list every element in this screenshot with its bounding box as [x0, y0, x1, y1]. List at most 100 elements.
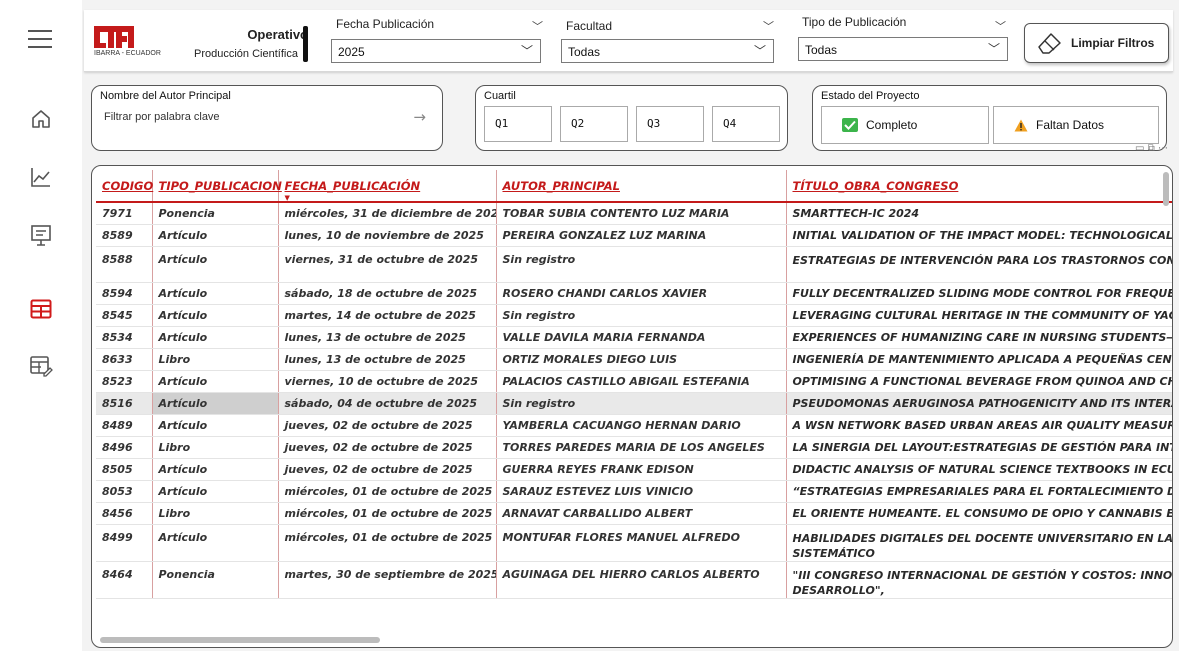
faculty-dropdown-value: Todas — [568, 45, 601, 59]
table-header-row: CODIGO TIPO_PUBLICACION FECHA_PUBLICACIÓ… — [96, 170, 1172, 203]
edit-table-icon[interactable] — [0, 342, 82, 390]
cell-tipo: Libro — [152, 436, 279, 459]
cell-titulo: SMARTTECH-IC 2024 — [786, 202, 1172, 225]
chevron-down-icon[interactable]: ﹀ — [995, 18, 1006, 34]
cell-fecha: miércoles, 01 de octubre de 2025 — [278, 502, 497, 525]
cell-autor: Sin registro — [496, 246, 787, 283]
publication-type-dropdown[interactable]: Todas ﹀ — [798, 37, 1008, 61]
warning-icon — [1014, 119, 1028, 132]
publications-table: CODIGO TIPO_PUBLICACION FECHA_PUBLICACIÓ… — [91, 165, 1173, 648]
cell-fecha: jueves, 02 de octubre de 2025 — [278, 458, 497, 481]
table-row[interactable]: 8053 Artículo miércoles, 01 de octubre de … — [96, 480, 1172, 503]
cell-fecha: lunes, 13 de octubre de 2025 — [278, 348, 497, 371]
cell-fecha: martes, 14 de octubre de 2025 — [278, 304, 497, 327]
slicer-year-label: Fecha Publicación — [336, 17, 435, 31]
slicer-faculty-label: Facultad — [566, 19, 613, 33]
table-row[interactable]: 8499 Artículo miércoles, 01 de octubre de … — [96, 524, 1172, 562]
cell-autor: VALLE DAVILA MARIA FERNANDA — [496, 326, 787, 349]
table-row[interactable]: 8464 Ponencia martes, 30 de septiembre de … — [96, 561, 1172, 599]
cell-tipo: Artículo — [152, 326, 279, 349]
cell-titulo: INITIAL VALIDATION OF THE IMPACT MODEL: … — [786, 224, 1172, 247]
cell-autor: Sin registro — [496, 304, 787, 327]
table-row[interactable]: 7971 Ponencia miércoles, 31 de diciembre d… — [96, 202, 1172, 225]
check-icon — [842, 118, 858, 132]
trend-chart-icon[interactable] — [0, 153, 82, 201]
cell-fecha: viernes, 31 de octubre de 2025 — [278, 246, 497, 283]
cell-codigo: 8053 — [96, 480, 153, 503]
table-row[interactable]: 8523 Artículo viernes, 10 de octubre de 20… — [96, 370, 1172, 393]
quartile-q4-button[interactable]: Q4 — [712, 106, 780, 142]
presentation-icon[interactable] — [0, 212, 82, 260]
cell-tipo: Artículo — [152, 392, 279, 415]
cell-autor: TORRES PAREDES MARIA DE LOS ANGELES — [496, 436, 787, 459]
quartile-q3-button[interactable]: Q3 — [636, 106, 704, 142]
author-search-input[interactable]: Filtrar por palabra clave — [100, 106, 440, 134]
table-row[interactable]: 8505 Artículo jueves, 02 de octubre de 202… — [96, 458, 1172, 481]
table-row[interactable]: 8534 Artículo lunes, 13 de octubre de 2025… — [96, 326, 1172, 349]
cell-tipo: Ponencia — [152, 561, 279, 599]
cell-fecha: miércoles, 01 de octubre de 2025 — [278, 480, 497, 503]
cell-codigo: 7971 — [96, 202, 153, 225]
cell-tipo: Libro — [152, 348, 279, 371]
author-filter-card: Nombre del Autor Principal Filtrar por p… — [91, 85, 443, 151]
chevron-down-icon: ﹀ — [520, 44, 533, 58]
cell-titulo: INGENIERÍA DE MANTENIMIENTO APLICADA A P… — [786, 348, 1172, 371]
vertical-scrollbar[interactable] — [1163, 172, 1169, 206]
cell-codigo: 8505 — [96, 458, 153, 481]
col-header-fecha[interactable]: FECHA_PUBLICACIÓN ▼ — [278, 170, 497, 203]
status-missing-data-button[interactable]: Faltan Datos — [993, 106, 1159, 144]
cell-codigo: 8523 — [96, 370, 153, 393]
clear-filters-button[interactable]: Limpiar Filtros — [1024, 23, 1169, 63]
table-icon[interactable] — [0, 285, 82, 333]
chevron-down-icon[interactable]: ﹀ — [532, 18, 543, 34]
quartile-q1-button[interactable]: Q1 — [484, 106, 552, 142]
horizontal-scrollbar[interactable] — [100, 637, 380, 643]
table-row[interactable]: 8633 Libro lunes, 13 de octubre de 2025 ORT… — [96, 348, 1172, 371]
cell-titulo: LA SINERGIA DEL LAYOUT:ESTRATEGIAS DE GE… — [786, 436, 1172, 459]
chevron-down-icon: ﹀ — [987, 42, 1000, 56]
hamburger-menu-icon[interactable] — [0, 15, 82, 63]
visual-header-icons[interactable]: ▭ ⧉ ⋯ — [1135, 143, 1168, 154]
cell-tipo: Artículo — [152, 370, 279, 393]
table-row[interactable]: 8489 Artículo jueves, 02 de octubre de 202… — [96, 414, 1172, 437]
quartile-filter-title: Cuartil — [484, 90, 516, 102]
home-icon[interactable] — [0, 95, 82, 143]
table-row[interactable]: 8589 Artículo lunes, 10 de noviembre de 20… — [96, 224, 1172, 247]
status-missing-data-label: Faltan Datos — [1036, 118, 1105, 132]
col-header-tipo[interactable]: TIPO_PUBLICACION — [152, 170, 282, 203]
cell-fecha: jueves, 02 de octubre de 2025 — [278, 414, 497, 437]
year-dropdown[interactable]: 2025 ﹀ — [331, 39, 541, 63]
table-row[interactable]: 8456 Libro miércoles, 01 de octubre de 202… — [96, 502, 1172, 525]
cell-codigo: 8496 — [96, 436, 153, 459]
faculty-dropdown[interactable]: Todas ﹀ — [561, 39, 774, 63]
cell-titulo: “ESTRATEGIAS EMPRESARIALES PARA EL FORTA… — [786, 480, 1172, 503]
publication-type-dropdown-value: Todas — [805, 43, 838, 57]
publications-grid: CODIGO TIPO_PUBLICACION FECHA_PUBLICACIÓ… — [96, 170, 1172, 599]
col-header-codigo[interactable]: CODIGO — [96, 170, 153, 203]
cell-tipo: Libro — [152, 502, 279, 525]
cell-codigo: 8534 — [96, 326, 153, 349]
chevron-down-icon[interactable]: ﹀ — [763, 18, 774, 34]
cell-codigo: 8499 — [96, 524, 153, 562]
table-row[interactable]: 8588 Artículo viernes, 31 de octubre de 20… — [96, 246, 1172, 283]
table-row[interactable]: 8594 Artículo sábado, 18 de octubre de 202… — [96, 282, 1172, 305]
cell-titulo: HABILIDADES DIGITALES DEL DOCENTE UNIVER… — [786, 524, 1172, 562]
table-row[interactable]: 8545 Artículo martes, 14 de octubre de 202… — [96, 304, 1172, 327]
status-complete-button[interactable]: Completo — [821, 106, 989, 144]
quartile-q2-button[interactable]: Q2 — [560, 106, 628, 142]
table-row[interactable]: 8516 Artículo sábado, 04 de octubre de 202… — [96, 392, 1172, 415]
cell-codigo: 8594 — [96, 282, 153, 305]
clear-filters-label: Limpiar Filtros — [1071, 36, 1155, 50]
utn-logo: IBARRA - ECUADOR — [94, 20, 204, 66]
cell-codigo: 8588 — [96, 246, 153, 283]
cell-tipo: Artículo — [152, 304, 279, 327]
table-row[interactable]: 8496 Libro jueves, 02 de octubre de 2025 TO… — [96, 436, 1172, 459]
status-complete-label: Completo — [866, 118, 918, 132]
cell-titulo: EXPERIENCES OF HUMANIZING CARE IN NURSIN… — [786, 326, 1172, 349]
cell-fecha: martes, 30 de septiembre de 2025 — [278, 561, 497, 599]
col-header-titulo[interactable]: TÍTULO_OBRA_CONGRESO — [786, 170, 1172, 203]
arrow-right-icon[interactable]: → — [413, 108, 426, 126]
cell-codigo: 8464 — [96, 561, 153, 599]
app-subtitle: Producción Científica — [194, 48, 298, 60]
col-header-autor[interactable]: AUTOR_PRINCIPAL — [496, 170, 787, 203]
